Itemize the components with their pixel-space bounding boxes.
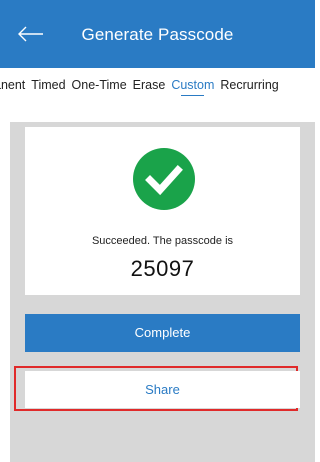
tab-recurring[interactable]: Recrurring (220, 68, 278, 102)
passcode-type-tabs: anent Timed One-Time Erase Custom Recrur… (0, 68, 315, 102)
tab-erase[interactable]: Erase (133, 68, 166, 102)
tab-custom[interactable]: Custom (171, 68, 214, 102)
page-title: Generate Passcode (81, 25, 234, 44)
complete-button[interactable]: Complete (25, 314, 300, 352)
success-message: Succeeded. The passcode is (91, 235, 234, 247)
tab-one-time[interactable]: One-Time (72, 68, 127, 102)
passcode-value: 25097 (130, 256, 195, 281)
check-circle-icon (133, 148, 195, 210)
result-card: Succeeded. The passcode is 25097 (25, 127, 300, 295)
tab-permanent[interactable]: anent (0, 68, 25, 102)
app-header: Generate Passcode (0, 0, 315, 68)
tab-timed[interactable]: Timed (31, 68, 65, 102)
share-button[interactable]: Share (25, 371, 300, 408)
